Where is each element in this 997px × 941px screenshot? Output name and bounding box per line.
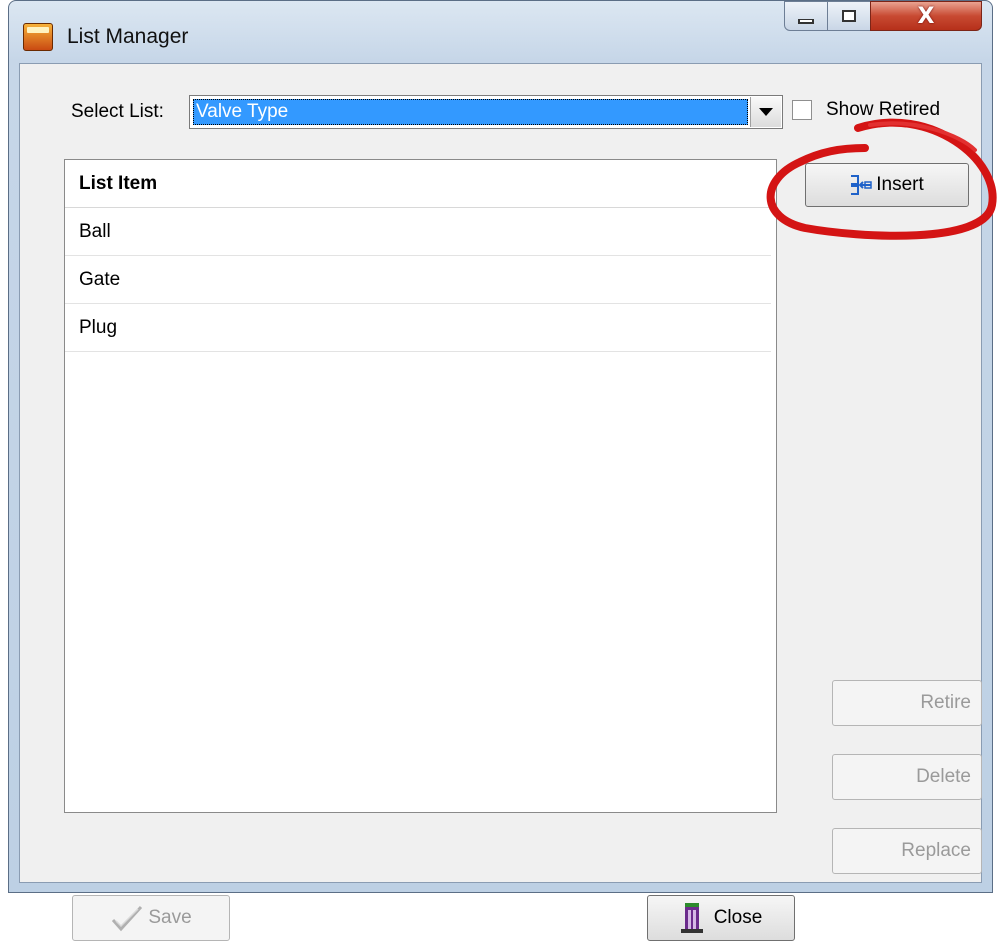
list-items-grid[interactable]: List Item Ball Gate Plug (64, 159, 777, 813)
chevron-down-icon[interactable] (750, 97, 781, 127)
close-icon: X (917, 3, 935, 29)
list-manager-window: List Manager X Select List: Valve Type S… (8, 0, 993, 941)
list-item[interactable]: Plug (65, 304, 771, 352)
select-list-dropdown[interactable]: Valve Type (189, 95, 783, 129)
show-retired-checkbox[interactable] (792, 100, 812, 120)
retire-button[interactable]: Retire (832, 680, 982, 726)
list-item-column-header[interactable]: List Item (65, 160, 776, 208)
title-bar[interactable]: List Manager X (9, 1, 992, 63)
replace-button[interactable]: Replace (832, 828, 982, 874)
delete-button[interactable]: Delete (832, 754, 982, 800)
window-title: List Manager (67, 25, 189, 48)
minimize-icon (798, 18, 814, 24)
exit-door-icon (680, 903, 703, 933)
insert-button[interactable]: Insert (805, 163, 969, 207)
list-item[interactable]: Ball (65, 208, 771, 256)
maximize-icon (842, 10, 856, 22)
maximize-button[interactable] (827, 1, 871, 31)
checkmark-icon (112, 905, 143, 932)
select-list-value[interactable]: Valve Type (193, 99, 748, 125)
close-button-label: Close (713, 907, 763, 928)
app-logo-icon[interactable] (23, 23, 53, 51)
close-button[interactable]: Close (647, 895, 795, 941)
show-retired-label[interactable]: Show Retired (826, 99, 940, 121)
minimize-button[interactable] (784, 1, 828, 31)
save-button[interactable]: Save (72, 895, 230, 941)
close-window-button[interactable]: X (870, 1, 982, 31)
insert-button-label: Insert (876, 174, 924, 195)
insert-row-icon (851, 175, 872, 195)
select-list-label: Select List: (71, 101, 164, 122)
save-button-label: Save (148, 907, 192, 928)
list-item[interactable]: Gate (65, 256, 771, 304)
